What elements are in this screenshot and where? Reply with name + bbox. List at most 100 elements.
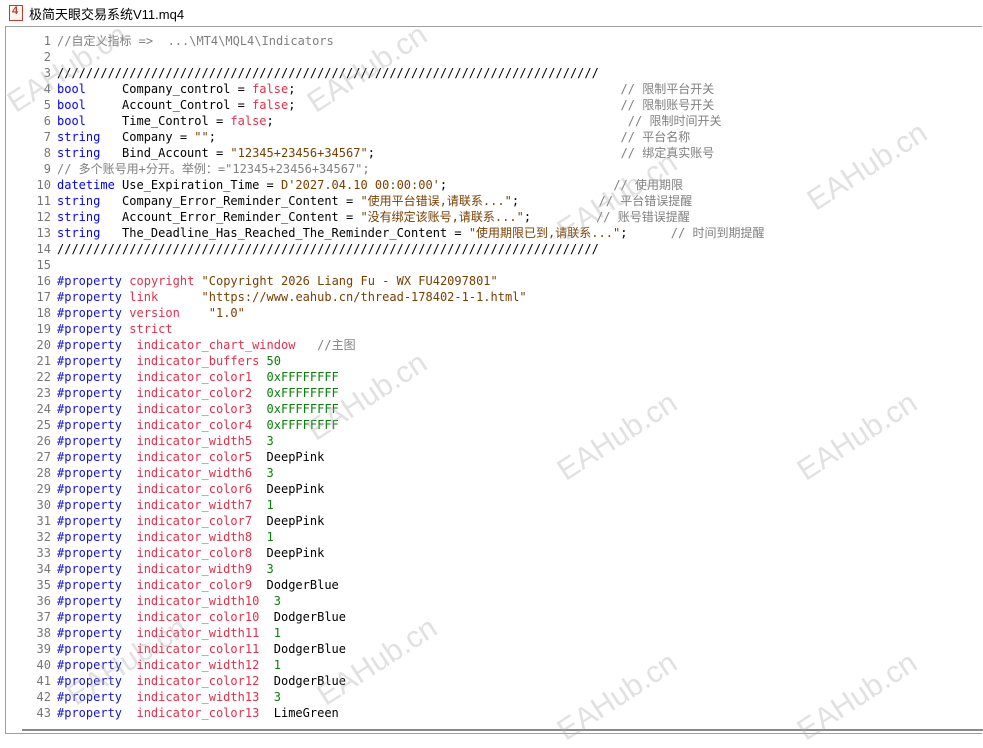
code-line[interactable]: 7 string Company = ""; // 平台名称 <box>6 129 690 145</box>
line-number: 26 <box>36 434 51 448</box>
line-number: 33 <box>36 546 51 560</box>
line-number: 11 <box>36 194 51 208</box>
line-number: 29 <box>36 482 51 496</box>
line-number: 25 <box>36 418 51 432</box>
line-code: #property indicator_width10 3 <box>57 594 281 608</box>
line-code: bool Account_Control = false; // 限制账号开关 <box>57 98 715 112</box>
line-code: #property indicator_width5 3 <box>57 434 274 448</box>
code-line[interactable]: 29 #property indicator_color6 DeepPink <box>6 481 325 497</box>
line-code: #property strict <box>57 322 173 336</box>
line-code: string Bind_Account = "12345+23456+34567… <box>57 146 715 160</box>
line-number: 8 <box>43 146 51 160</box>
line-number: 20 <box>36 338 51 352</box>
line-number: 6 <box>43 114 51 128</box>
line-code: #property indicator_width8 1 <box>57 530 274 544</box>
line-code: #property indicator_color13 LimeGreen <box>57 706 339 720</box>
line-code: // 多个账号用+分开。举例：="12345+23456+34567"; <box>57 162 370 176</box>
line-code: #property indicator_color9 DodgerBlue <box>57 578 339 592</box>
code-line[interactable]: 23 #property indicator_color2 0xFFFFFFFF <box>6 385 339 401</box>
code-line[interactable]: 14 //////////////////////////////////////… <box>6 241 599 257</box>
code-line[interactable]: 19 #property strict <box>6 321 173 337</box>
code-line[interactable]: 43 #property indicator_color13 LimeGreen <box>6 705 339 721</box>
line-code: #property indicator_color7 DeepPink <box>57 514 325 528</box>
line-number: 32 <box>36 530 51 544</box>
code-line[interactable]: 15 <box>6 257 57 273</box>
line-code: #property indicator_width7 1 <box>57 498 274 512</box>
line-number: 39 <box>36 642 51 656</box>
line-number: 24 <box>36 402 51 416</box>
code-line[interactable]: 9 // 多个账号用+分开。举例：="12345+23456+34567"; <box>6 161 370 177</box>
code-line[interactable]: 36 #property indicator_width10 3 <box>6 593 281 609</box>
line-number: 36 <box>36 594 51 608</box>
code-line[interactable]: 28 #property indicator_width6 3 <box>6 465 274 481</box>
line-number: 17 <box>36 290 51 304</box>
code-line[interactable]: 41 #property indicator_color12 DodgerBlue <box>6 673 346 689</box>
line-number: 1 <box>43 34 51 48</box>
line-code: #property indicator_width9 3 <box>57 562 274 576</box>
code-line[interactable]: 5 bool Account_Control = false; // 限制账号开关 <box>6 97 714 113</box>
code-line[interactable]: 33 #property indicator_color8 DeepPink <box>6 545 325 561</box>
code-line[interactable]: 34 #property indicator_width9 3 <box>6 561 274 577</box>
code-line[interactable]: 20 #property indicator_chart_window //主图 <box>6 337 356 353</box>
line-number: 10 <box>36 178 51 192</box>
code-line[interactable]: 35 #property indicator_color9 DodgerBlue <box>6 577 339 593</box>
line-code: #property indicator_color3 0xFFFFFFFF <box>57 402 339 416</box>
code-line[interactable]: 22 #property indicator_color1 0xFFFFFFFF <box>6 369 339 385</box>
code-line[interactable]: 25 #property indicator_color4 0xFFFFFFFF <box>6 417 339 433</box>
line-code: #property indicator_color8 DeepPink <box>57 546 325 560</box>
line-number: 30 <box>36 498 51 512</box>
line-code: #property indicator_color2 0xFFFFFFFF <box>57 386 339 400</box>
line-code: #property indicator_color10 DodgerBlue <box>57 610 347 624</box>
code-line[interactable]: 10 datetime Use_Expiration_Time = D'2027.… <box>6 177 683 193</box>
line-number: 19 <box>36 322 51 336</box>
line-code: #property indicator_color6 DeepPink <box>57 482 325 496</box>
code-line[interactable]: 31 #property indicator_color7 DeepPink <box>6 513 325 529</box>
line-number: 13 <box>36 226 51 240</box>
line-number: 21 <box>36 354 51 368</box>
line-number: 27 <box>36 450 51 464</box>
code-line[interactable]: 30 #property indicator_width7 1 <box>6 497 274 513</box>
line-code: bool Time_Control = false; // 限制时间开关 <box>57 114 722 128</box>
mq4-file-icon <box>9 5 23 21</box>
line-code: string Company = ""; // 平台名称 <box>57 130 691 144</box>
line-code: datetime Use_Expiration_Time = D'2027.04… <box>57 178 683 192</box>
code-line[interactable]: 6 bool Time_Control = false; // 限制时间开关 <box>6 113 722 129</box>
line-number: 9 <box>43 162 51 176</box>
code-line[interactable]: 42 #property indicator_width13 3 <box>6 689 281 705</box>
line-number: 41 <box>36 674 51 688</box>
code-line[interactable]: 18 #property version "1.0" <box>6 305 245 321</box>
code-line[interactable]: 1//自定义指标 => ...\MT4\MQL4\Indicators <box>6 33 334 49</box>
line-number: 38 <box>36 626 51 640</box>
line-code: #property indicator_buffers 50 <box>57 354 281 368</box>
line-number: 40 <box>36 658 51 672</box>
title-bar: 极简天眼交易系统V11.mq4 <box>0 0 983 26</box>
window-title: 极简天眼交易系统V11.mq4 <box>29 6 185 22</box>
code-line[interactable]: 32 #property indicator_width8 1 <box>6 529 274 545</box>
line-number: 22 <box>36 370 51 384</box>
line-number: 18 <box>36 306 51 320</box>
line-code: #property indicator_color11 DodgerBlue <box>57 642 347 656</box>
line-number: 43 <box>36 706 51 720</box>
line-number: 42 <box>36 690 51 704</box>
code-line[interactable]: 8 string Bind_Account = "12345+23456+3456… <box>6 145 714 161</box>
line-code: #property version "1.0" <box>57 306 245 320</box>
line-number: 15 <box>36 258 51 272</box>
line-number: 35 <box>36 578 51 592</box>
code-line[interactable]: 27 #property indicator_color5 DeepPink <box>6 449 325 465</box>
line-code: #property link "https://www.eahub.cn/thr… <box>57 290 527 304</box>
line-number: 31 <box>36 514 51 528</box>
line-code: #property indicator_chart_window //主图 <box>57 338 356 352</box>
line-number: 34 <box>36 562 51 576</box>
code-line[interactable]: 26 #property indicator_width5 3 <box>6 433 274 449</box>
line-number: 14 <box>36 242 51 256</box>
code-line[interactable]: 13 string The_Deadline_Has_Reached_The_Re… <box>6 225 765 241</box>
code-line[interactable]: 24 #property indicator_color3 0xFFFFFFFF <box>6 401 339 417</box>
line-number: 23 <box>36 386 51 400</box>
code-line[interactable]: 16 #property copyright "Copyright 2026 Li… <box>6 273 498 289</box>
code-line[interactable]: 21 #property indicator_buffers 50 <box>6 353 281 369</box>
line-number: 16 <box>36 274 51 288</box>
line-code: #property indicator_color5 DeepPink <box>57 450 325 464</box>
line-code: string The_Deadline_Has_Reached_The_Remi… <box>57 226 765 240</box>
code-line[interactable]: 17 #property link "https://www.eahub.cn/t… <box>6 289 527 305</box>
line-number: 12 <box>36 210 51 224</box>
